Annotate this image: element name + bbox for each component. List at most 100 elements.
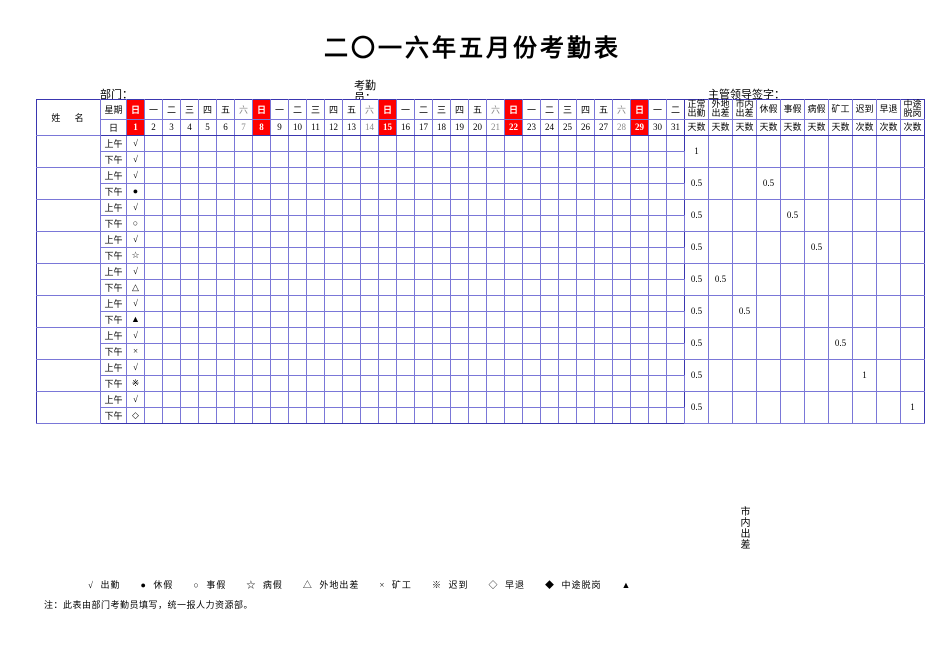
attendance-cell: √ <box>127 263 145 279</box>
attendance-cell <box>649 343 667 359</box>
attendance-cell <box>433 375 451 391</box>
attendance-cell <box>487 263 505 279</box>
attendance-cell <box>451 247 469 263</box>
summary-value <box>757 327 781 359</box>
attendance-cell <box>505 167 523 183</box>
attendance-cell <box>649 183 667 199</box>
summary-header: 正常出勤 <box>685 100 709 120</box>
summary-value: 0.5 <box>757 167 781 199</box>
attendance-cell <box>433 247 451 263</box>
attendance-cell <box>181 407 199 423</box>
ampm-pm-label: 下午 <box>101 407 127 423</box>
attendance-cell <box>325 407 343 423</box>
attendance-cell <box>217 183 235 199</box>
attendance-cell <box>325 231 343 247</box>
day-number-cell: 4 <box>181 119 199 135</box>
weekday-cell: 三 <box>433 100 451 120</box>
attendance-cell <box>235 375 253 391</box>
attendance-cell <box>217 343 235 359</box>
ampm-pm-label: 下午 <box>101 375 127 391</box>
attendance-cell <box>397 327 415 343</box>
attendance-cell <box>199 343 217 359</box>
day-number-cell: 28 <box>613 119 631 135</box>
attendance-cell <box>595 375 613 391</box>
attendance-cell <box>649 263 667 279</box>
attendance-cell <box>667 391 685 407</box>
attendance-cell <box>181 199 199 215</box>
attendance-cell <box>631 183 649 199</box>
attendance-cell <box>235 135 253 151</box>
summary-value <box>805 327 829 359</box>
attendance-cell <box>505 311 523 327</box>
attendance-cell <box>649 151 667 167</box>
weekday-cell: 六 <box>487 100 505 120</box>
attendance-cell <box>397 151 415 167</box>
attendance-cell <box>433 343 451 359</box>
attendance-cell <box>667 135 685 151</box>
attendance-table: 姓 名星期日一二三四五六日一二三四五六日一二三四五六日一二三四五六日一二正常出勤… <box>36 99 925 424</box>
attendance-cell <box>145 135 163 151</box>
attendance-cell <box>235 295 253 311</box>
summary-value <box>805 135 829 167</box>
attendance-cell <box>577 375 595 391</box>
attendance-cell <box>397 215 415 231</box>
attendance-cell <box>181 391 199 407</box>
attendance-cell <box>235 359 253 375</box>
attendance-cell <box>325 135 343 151</box>
legend-item: ◆ 中途脱岗 <box>545 580 602 590</box>
attendance-cell <box>649 279 667 295</box>
attendance-cell <box>487 199 505 215</box>
attendance-cell <box>541 375 559 391</box>
attendance-cell <box>271 135 289 151</box>
summary-value <box>709 391 733 423</box>
attendance-cell <box>163 135 181 151</box>
attendance-cell <box>541 327 559 343</box>
weekday-cell: 一 <box>523 100 541 120</box>
attendance-cell <box>649 247 667 263</box>
attendance-cell <box>253 167 271 183</box>
attendance-cell: √ <box>127 199 145 215</box>
legend-item: ◇ 早退 <box>488 580 525 590</box>
attendance-cell <box>253 183 271 199</box>
summary-sub-header: 天数 <box>805 119 829 135</box>
attendance-cell <box>289 295 307 311</box>
attendance-cell <box>163 327 181 343</box>
attendance-cell <box>631 343 649 359</box>
attendance-cell <box>595 311 613 327</box>
attendance-cell <box>163 215 181 231</box>
ampm-pm-label: 下午 <box>101 311 127 327</box>
attendance-cell <box>541 151 559 167</box>
summary-value: 0.5 <box>685 199 709 231</box>
attendance-cell <box>577 311 595 327</box>
summary-value <box>877 391 901 423</box>
attendance-cell <box>397 375 415 391</box>
attendance-cell <box>451 375 469 391</box>
attendance-cell <box>415 215 433 231</box>
attendance-cell <box>469 343 487 359</box>
summary-value <box>805 391 829 423</box>
attendance-cell <box>433 391 451 407</box>
attendance-cell <box>433 183 451 199</box>
weekday-cell: 五 <box>343 100 361 120</box>
summary-sub-header: 天数 <box>685 119 709 135</box>
attendance-cell <box>181 343 199 359</box>
summary-value <box>733 263 757 295</box>
summary-value <box>733 359 757 391</box>
attendance-cell <box>631 215 649 231</box>
summary-sub-header: 天数 <box>829 119 853 135</box>
attendance-cell <box>415 263 433 279</box>
summary-value: 0.5 <box>685 391 709 423</box>
day-number-cell: 21 <box>487 119 505 135</box>
attendance-cell <box>361 407 379 423</box>
attendance-cell <box>397 343 415 359</box>
attendance-cell <box>307 199 325 215</box>
attendance-cell: ※ <box>127 375 145 391</box>
attendance-cell <box>613 263 631 279</box>
attendance-cell <box>235 199 253 215</box>
summary-header: 迟到 <box>853 100 877 120</box>
attendance-cell <box>379 151 397 167</box>
attendance-cell <box>163 407 181 423</box>
attendance-cell <box>577 183 595 199</box>
weekday-cell: 六 <box>613 100 631 120</box>
attendance-cell <box>523 215 541 231</box>
